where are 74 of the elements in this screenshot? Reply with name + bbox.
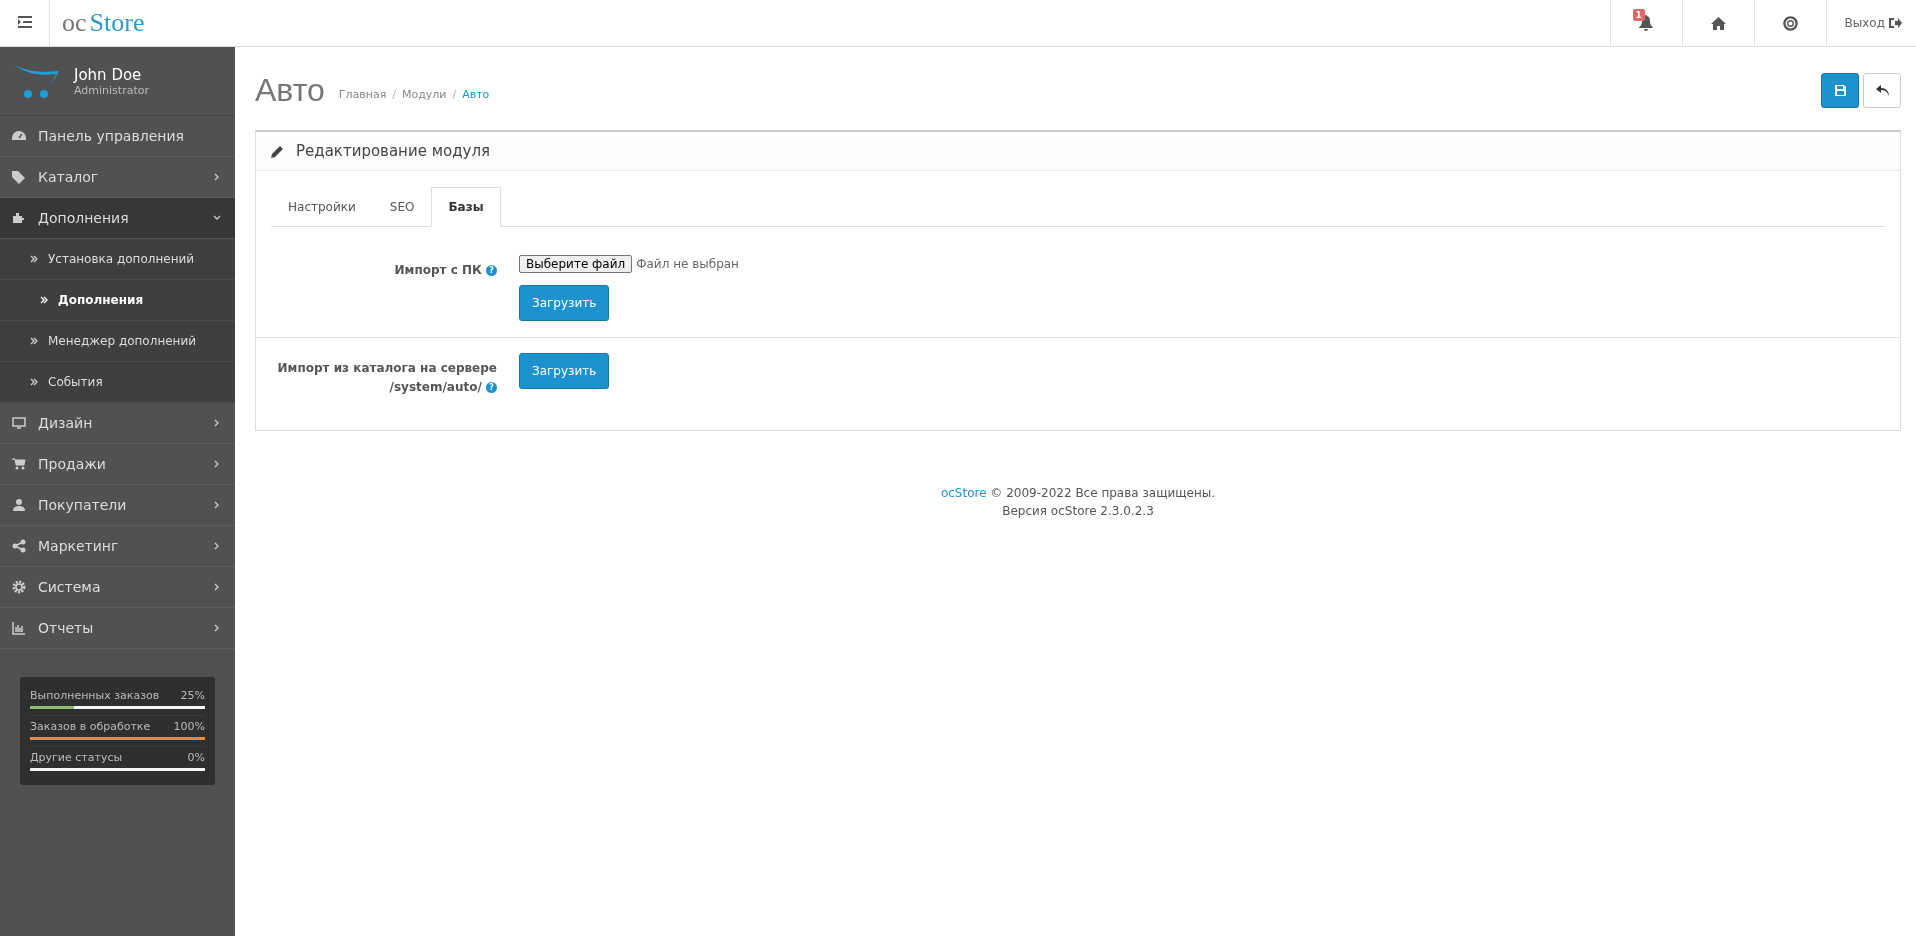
breadcrumb-separator: / [392,87,396,101]
logo[interactable]: ocStore [50,0,145,46]
stat-value: 0% [187,751,205,764]
version-text: Версия ocStore 2.3.0.2.3 [1001,504,1155,518]
stat-label: Заказов в обработке [30,720,151,733]
upload-button[interactable]: Загрузить [519,353,610,389]
dashboard-icon [12,129,26,143]
double-chevron-icon [30,337,38,345]
submenu-item[interactable]: Менеджер дополнений [0,321,235,362]
stat-value: 25% [180,689,205,702]
double-chevron-icon [30,378,38,386]
copyright-text: ocStore © 2009-2022 Все права защищены. [939,486,1217,500]
share-icon [12,539,26,553]
lifebuoy-icon [1782,15,1798,31]
settings-icon [12,580,26,594]
bell-icon [1639,15,1654,31]
chevron-icon [213,583,221,591]
field-label: Импорт из каталога на сервере /system/auto/ ? [276,360,498,396]
notification-count: 1 [1632,9,1645,21]
save-button[interactable] [1821,72,1859,108]
menu-icon [17,15,32,28]
breadcrumb-link[interactable]: Авто [462,87,490,101]
submenu-item[interactable]: События [0,362,235,403]
help-icon[interactable]: ? [486,382,497,393]
double-chevron-icon [40,296,48,304]
tab[interactable]: Базы [431,187,501,227]
breadcrumb-separator: / [452,87,457,101]
choose-file-button[interactable]: Выберите файл [519,255,633,273]
stat-label: Другие статусы [30,751,123,764]
menu-item[interactable]: Дополнения [0,198,235,239]
reply-arrow-icon [1875,84,1889,96]
field-label: Импорт с ПК ? [271,255,519,321]
menu-item[interactable]: Маркетинг [0,526,235,567]
chevron-icon [213,460,221,468]
cart-logo-icon [14,63,60,99]
help-icon[interactable]: ? [486,265,497,276]
ocstore-link[interactable]: ocStore [940,486,987,500]
chevron-icon [213,173,221,181]
menu-item[interactable]: Продажи [0,444,235,485]
back-button[interactable] [1863,72,1901,108]
chevron-icon [213,501,221,509]
sign-out-icon [1889,17,1902,29]
pencil-icon [271,144,284,158]
breadcrumb-link[interactable]: Модули [401,87,447,101]
breadcrumb-link[interactable]: Главная [338,87,387,101]
menu-item[interactable]: Панель управления [0,116,235,157]
menu-item[interactable]: Система [0,567,235,608]
puzzle-icon [12,211,26,225]
tag-icon [12,170,26,184]
menu-item[interactable]: Дизайн [0,403,235,444]
user-role: Administrator [74,83,149,97]
tab[interactable]: Настройки [271,187,373,227]
bar-chart-icon [12,621,26,635]
submenu-item[interactable]: Установка дополнений [0,239,235,280]
double-chevron-icon [30,255,38,263]
upload-button[interactable]: Загрузить [519,285,610,321]
submenu-item[interactable]: Дополнения [0,280,235,321]
tab[interactable]: SEO [372,187,432,227]
chevron-icon [213,419,221,427]
chevron-icon [213,624,221,632]
menu-item[interactable]: Отчеты [0,608,235,649]
stat-label: Выполненных заказов [30,689,160,702]
panel-title: Редактирование модуля [296,142,491,160]
page-title: Авто [255,71,325,109]
menu-item[interactable]: Покупатели [0,485,235,526]
monitor-icon [12,416,26,430]
cart-icon [12,457,26,471]
home-icon [1710,16,1726,30]
user-icon [12,498,26,512]
chevron-icon [213,542,221,550]
file-status: Файл не выбран [636,257,739,271]
user-name: John Doe [74,65,143,84]
chevron-icon [213,214,221,222]
stat-value: 100% [173,720,205,733]
